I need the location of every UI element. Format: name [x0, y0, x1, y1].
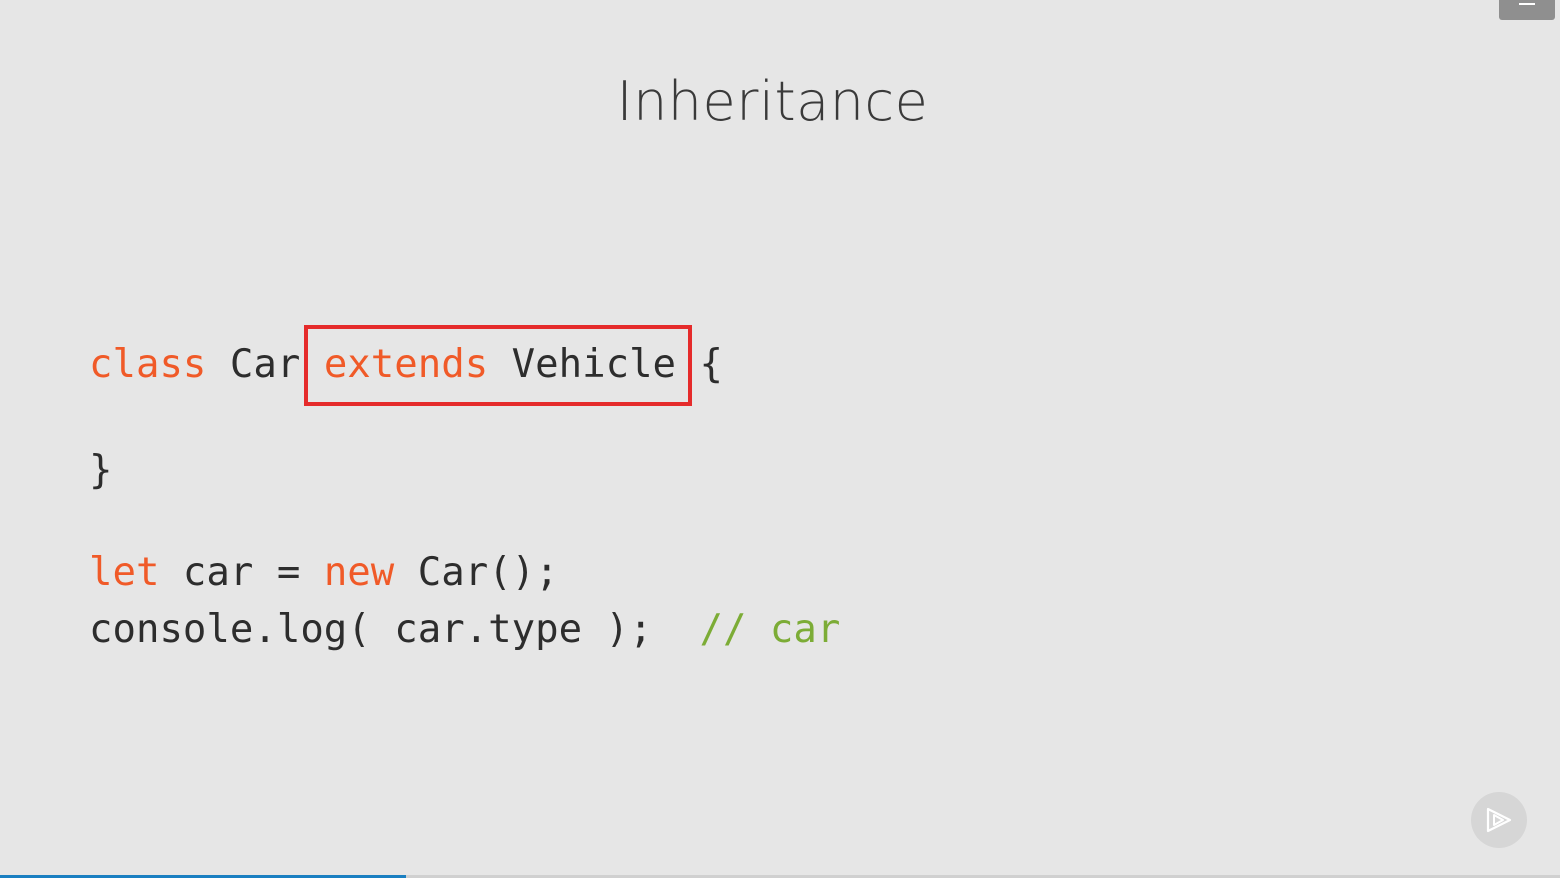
player-logo-button[interactable] — [1471, 792, 1527, 848]
assignment-text: car = — [159, 550, 324, 595]
code-line-instantiation: let car = new Car(); — [89, 553, 559, 592]
code-line-close-brace: } — [89, 448, 113, 493]
menu-button[interactable] — [1499, 0, 1555, 20]
constructor-call: Car(); — [394, 550, 559, 595]
play-logo-icon — [1486, 807, 1512, 833]
keyword-let: let — [89, 550, 160, 595]
code-comment: // car — [699, 607, 841, 652]
keyword-class: class — [89, 342, 207, 387]
console-log-call: console.log( car.type ); — [89, 607, 700, 652]
menu-icon — [1519, 3, 1535, 5]
keyword-new: new — [323, 550, 395, 595]
code-line-console-log: console.log( car.type ); // car — [89, 610, 840, 649]
extends-highlight-box — [304, 325, 692, 406]
slide-title: Inheritance — [616, 70, 929, 133]
open-brace: { — [699, 342, 723, 387]
